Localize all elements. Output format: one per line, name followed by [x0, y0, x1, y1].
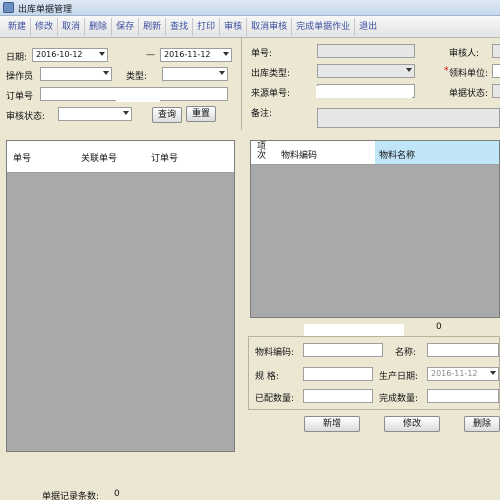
type-label: 类型:	[126, 72, 148, 82]
date-to-picker[interactable]: 2016-11-12	[160, 48, 232, 62]
cancel-audit-button[interactable]: 取消审核	[247, 17, 293, 36]
auditor-label: 审核人:	[449, 49, 480, 59]
allocated-qty-field[interactable]	[303, 389, 373, 403]
required-marker: *	[444, 66, 449, 76]
done-qty-field[interactable]	[427, 389, 499, 403]
out-type-label: 出库类型:	[251, 69, 291, 79]
cancel-button[interactable]: 取消	[58, 17, 86, 36]
material-name-label: 名称:	[395, 348, 417, 358]
type-select[interactable]	[162, 67, 228, 81]
date-to-value: 2016-11-12	[164, 50, 211, 59]
prod-date-value: 2016-11-12	[431, 369, 478, 378]
detail-edit-button[interactable]: 修改	[384, 416, 440, 432]
obscured-region	[116, 90, 160, 102]
chevron-down-icon	[123, 111, 129, 115]
col-doc-no[interactable]: 单号	[13, 151, 31, 164]
doc-header-form: 单号: 出库类型: 来源单号: 备注: 审核人: * 领料单位: 单据状态:	[241, 38, 500, 130]
chevron-down-icon	[490, 371, 496, 375]
doc-no-field[interactable]	[317, 44, 415, 58]
done-qty-label: 完成数量:	[379, 394, 419, 404]
detail-add-button[interactable]: 新增	[304, 416, 360, 432]
doc-status-field[interactable]	[492, 84, 500, 98]
query-button[interactable]: 查找	[166, 17, 194, 36]
date-from-value: 2016-10-12	[36, 50, 83, 59]
recv-unit-field[interactable]	[492, 64, 500, 78]
save-button[interactable]: 保存	[112, 17, 140, 36]
chevron-down-icon	[223, 52, 229, 56]
col-material-name[interactable]: 物料名称	[379, 148, 415, 161]
audit-button[interactable]: 审核	[220, 17, 248, 36]
out-type-select[interactable]	[317, 64, 415, 78]
record-count-label: 单据记录条数:	[42, 492, 100, 500]
doc-status-label: 单据状态:	[449, 89, 489, 99]
operator-label: 操作员	[6, 72, 34, 82]
material-detail-form: 物料编码: 名称: 规 格: 生产日期: 2016-11-12 已配数量: 完成…	[248, 336, 500, 410]
detail-delete-button[interactable]: 删除	[464, 416, 500, 432]
material-grid-header: 项次 物料编码 物料名称	[251, 141, 499, 165]
audit-status-select[interactable]	[58, 107, 132, 121]
audit-status-label: 审核状态:	[6, 112, 46, 122]
refresh-button[interactable]: 刷新	[139, 17, 167, 36]
recv-unit-label: 领料单位:	[449, 69, 489, 79]
source-no-label: 来源单号:	[251, 89, 291, 99]
reset-filter-button[interactable]: 重置	[186, 106, 216, 122]
app-icon	[3, 2, 14, 13]
prod-date-label: 生产日期:	[379, 372, 419, 382]
prod-date-picker[interactable]: 2016-11-12	[427, 367, 499, 381]
toolbar: 新建 修改 取消 删除 保存 刷新 查找 打印 审核 取消审核 完成单据作业 退…	[0, 16, 500, 38]
print-button[interactable]: 打印	[193, 17, 221, 36]
operator-select[interactable]	[40, 67, 112, 81]
material-code-label: 物料编码:	[255, 348, 295, 358]
spec-field[interactable]	[303, 367, 373, 381]
record-count-value: 0	[114, 489, 120, 499]
remark-label: 备注:	[251, 109, 273, 119]
chevron-down-icon	[103, 71, 109, 75]
auditor-field[interactable]	[492, 44, 500, 58]
delete-button[interactable]: 删除	[85, 17, 113, 36]
col-line-no[interactable]: 项次	[257, 143, 267, 161]
exit-button[interactable]: 退出	[355, 18, 381, 36]
material-detail-grid[interactable]: 项次 物料编码 物料名称	[250, 140, 500, 318]
allocated-qty-label: 已配数量:	[255, 394, 295, 404]
material-name-field[interactable]	[427, 343, 499, 357]
doc-no-label: 单号:	[251, 49, 273, 59]
order-no-label: 订单号	[6, 92, 34, 102]
edit-button[interactable]: 修改	[31, 17, 59, 36]
remark-field[interactable]	[317, 108, 500, 128]
date-from-picker[interactable]: 2016-10-12	[32, 48, 108, 62]
chevron-down-icon	[406, 68, 412, 72]
obscured-region	[316, 86, 412, 98]
window-title: 出库单据管理	[18, 5, 73, 15]
query-filter-button[interactable]: 查询	[152, 107, 182, 123]
new-button[interactable]: 新建	[4, 17, 32, 36]
detail-count-value: 0	[436, 322, 442, 332]
spec-label: 规 格:	[255, 372, 279, 382]
complete-doc-button[interactable]: 完成单据作业	[292, 17, 356, 36]
chevron-down-icon	[219, 71, 225, 75]
status-bar: 单据记录条数: 0	[0, 480, 240, 500]
doc-list-header: 单号 关联单号 订单号	[7, 141, 234, 173]
doc-list-grid[interactable]: 单号 关联单号 订单号	[6, 140, 235, 452]
date-label: 日期:	[6, 53, 28, 63]
col-order-no[interactable]: 订单号	[151, 151, 178, 164]
col-related-no[interactable]: 关联单号	[81, 151, 117, 164]
material-code-field[interactable]	[303, 343, 383, 357]
col-material-code[interactable]: 物料编码	[281, 148, 317, 161]
date-separator: —	[146, 50, 155, 60]
chevron-down-icon	[99, 52, 105, 56]
title-bar: 出库单据管理	[0, 0, 500, 16]
